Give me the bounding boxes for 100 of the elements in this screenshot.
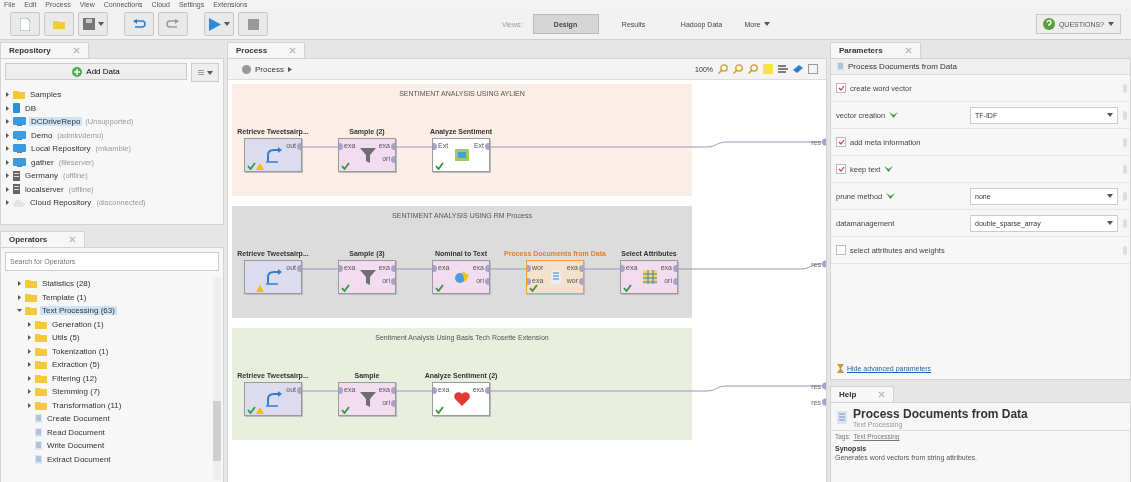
expand-arrow-icon[interactable] — [27, 362, 32, 368]
document-icon — [837, 411, 847, 424]
expand-arrow-icon[interactable] — [27, 389, 32, 395]
redo-button[interactable] — [158, 12, 188, 36]
tree-item[interactable]: Tokenization (1) — [50, 346, 111, 356]
run-button[interactable] — [204, 12, 234, 36]
expand-arrow-icon[interactable] — [5, 132, 10, 138]
connection-line — [489, 268, 527, 270]
circle-icon — [242, 64, 251, 74]
close-icon[interactable] — [72, 47, 80, 54]
tree-item[interactable]: Extraction (5) — [50, 360, 102, 370]
stop-icon — [247, 18, 259, 30]
menu-button[interactable] — [191, 63, 219, 82]
expand-arrow-icon[interactable] — [5, 159, 10, 165]
breadcrumb[interactable]: Process — [236, 63, 298, 75]
tree-item[interactable]: Text Processing (63) — [40, 306, 117, 316]
folder-icon — [35, 319, 47, 329]
repository-item[interactable]: Samples — [28, 90, 64, 100]
tree-item[interactable]: Statistics (28) — [40, 279, 93, 289]
undo-button[interactable] — [124, 12, 154, 36]
repository-item[interactable]: Demo — [29, 130, 55, 140]
save-button[interactable] — [78, 12, 108, 36]
collapse-arrow-icon[interactable] — [17, 308, 22, 314]
checkbox[interactable] — [836, 137, 846, 147]
repository-item[interactable]: gather — [29, 157, 56, 167]
database-icon — [13, 103, 20, 114]
expand-arrow-icon[interactable] — [5, 119, 10, 125]
eraser-icon[interactable] — [793, 64, 803, 74]
funnel-icon — [360, 270, 376, 285]
expand-arrow-icon[interactable] — [5, 105, 10, 111]
caret-icon — [1107, 221, 1113, 225]
document-icon — [35, 454, 42, 464]
tree-item[interactable]: Read Document — [45, 427, 107, 437]
connection-line — [301, 146, 339, 148]
close-icon[interactable] — [904, 47, 912, 54]
warning-icon — [256, 163, 264, 170]
folder-icon — [25, 306, 37, 316]
fit-icon[interactable] — [808, 64, 818, 74]
expand-arrow-icon[interactable] — [27, 375, 32, 381]
expand-arrow-icon[interactable] — [5, 186, 10, 192]
tree-item[interactable]: Transformation (11) — [50, 400, 124, 410]
tree-item[interactable]: Create Document — [45, 414, 112, 424]
panel-tab[interactable]: Parameters — [830, 42, 921, 58]
panel-tab[interactable]: Process — [227, 42, 306, 58]
monitor-icon — [13, 144, 26, 154]
new-process-button[interactable] — [10, 12, 40, 36]
expand-arrow-icon[interactable] — [27, 402, 32, 408]
expand-arrow-icon[interactable] — [27, 335, 32, 341]
zoom-out-icon[interactable] — [733, 64, 743, 74]
checkbox[interactable] — [836, 164, 846, 174]
expand-arrow-icon[interactable] — [17, 294, 22, 300]
close-icon[interactable] — [289, 47, 297, 54]
expand-arrow-icon[interactable] — [5, 146, 10, 152]
stop-button[interactable] — [238, 12, 268, 36]
folder-icon — [13, 90, 25, 100]
caret-icon — [97, 22, 104, 26]
tree-item[interactable]: Generation (1) — [50, 319, 106, 329]
panel-tab[interactable]: Help — [830, 386, 895, 402]
connection-line — [301, 390, 339, 392]
arrow-icon — [287, 66, 292, 72]
repository-item[interactable]: localserver — [23, 184, 66, 194]
panel-tab[interactable]: Operators — [0, 231, 86, 247]
repository-item[interactable]: Cloud Repository — [28, 198, 94, 208]
repository-item[interactable]: Local Repository — [29, 144, 93, 154]
tree-item[interactable]: Extract Document — [45, 454, 113, 464]
zoom-reset-icon[interactable] — [748, 64, 758, 74]
tree-item[interactable]: Filtering (12) — [50, 373, 99, 383]
connection-line — [395, 268, 433, 270]
connection-line — [583, 268, 621, 270]
add-data-button[interactable]: Add Data — [5, 63, 187, 80]
panel-tab[interactable]: Repository — [0, 42, 89, 58]
folder-icon — [35, 400, 47, 410]
repository-item[interactable]: Germany — [23, 171, 60, 181]
warning-icon — [256, 407, 264, 414]
folder-icon — [35, 373, 47, 383]
repository-item[interactable]: DCDriveRepo — [29, 117, 83, 127]
tree-item[interactable]: Template (1) — [40, 292, 89, 302]
tree-item[interactable]: Stemming (7) — [50, 387, 102, 397]
checkbox[interactable] — [836, 83, 846, 93]
expand-arrow-icon[interactable] — [5, 92, 10, 98]
process-canvas[interactable] — [228, 80, 826, 482]
repository-item[interactable]: DB — [23, 103, 39, 113]
caret-icon — [223, 22, 230, 26]
folder-icon — [25, 279, 37, 289]
close-icon[interactable] — [878, 391, 886, 398]
check-icon — [341, 406, 350, 414]
expand-arrow-icon[interactable] — [27, 348, 32, 354]
tree-item[interactable]: Utils (5) — [50, 333, 82, 343]
expand-arrow-icon[interactable] — [17, 281, 22, 287]
tree-item[interactable]: Write Document — [45, 441, 107, 451]
expand-arrow-icon[interactable] — [27, 321, 32, 327]
zoom-in-icon[interactable] — [718, 64, 728, 74]
expand-arrow-icon[interactable] — [5, 173, 10, 179]
close-icon[interactable] — [69, 236, 77, 243]
arrange-icon[interactable] — [778, 64, 788, 74]
warning-icon — [256, 285, 264, 292]
checkbox[interactable] — [836, 245, 846, 255]
scrollbar-thumb[interactable] — [213, 401, 221, 461]
expand-arrow-icon[interactable] — [5, 200, 10, 206]
hourglass-icon — [837, 364, 844, 373]
